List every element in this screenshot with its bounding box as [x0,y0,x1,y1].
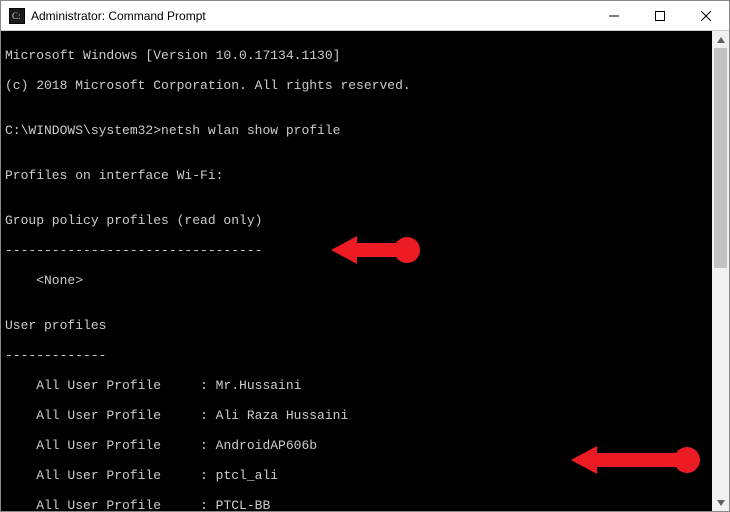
scrollbar-thumb[interactable] [714,48,727,268]
version-line: Microsoft Windows [Version 10.0.17134.11… [5,48,712,63]
terminal-area: Microsoft Windows [Version 10.0.17134.11… [1,31,729,511]
user-profiles-header: User profiles [5,318,712,333]
profile-row: All User Profile : PTCL-BB [5,498,712,511]
scroll-up-button[interactable] [712,31,729,48]
user-dashes-line: ------------- [5,348,712,363]
command-1: netsh wlan show profile [161,123,340,138]
profiles-header: Profiles on interface Wi-Fi: [5,168,712,183]
scroll-down-button[interactable] [712,494,729,511]
terminal-output[interactable]: Microsoft Windows [Version 10.0.17134.11… [1,31,712,511]
svg-text:C:: C: [12,11,21,21]
profile-value: AndroidAP606b [216,438,317,453]
profile-value: ptcl_ali [216,468,278,483]
dashes-line: --------------------------------- [5,243,712,258]
none-line: <None> [5,273,712,288]
scrollbar-track[interactable] [712,48,729,494]
vertical-scrollbar[interactable] [712,31,729,511]
maximize-button[interactable] [637,1,683,30]
profile-row: All User Profile : AndroidAP606b [5,438,712,453]
minimize-button[interactable] [591,1,637,30]
profile-row: All User Profile : ptcl_ali [5,468,712,483]
profile-row: All User Profile : Ali Raza Hussaini [5,408,712,423]
profile-value: Ali Raza Hussaini [216,408,349,423]
prompt-line-1: C:\WINDOWS\system32>netsh wlan show prof… [5,123,712,138]
profile-value: PTCL-BB [216,498,271,511]
profile-value: Mr.Hussaini [216,378,302,393]
close-button[interactable] [683,1,729,30]
profile-row: All User Profile : Mr.Hussaini [5,378,712,393]
cmd-icon: C: [9,8,25,24]
group-policy-header: Group policy profiles (read only) [5,213,712,228]
window-controls [591,1,729,30]
copyright-line: (c) 2018 Microsoft Corporation. All righ… [5,78,712,93]
window-titlebar[interactable]: C: Administrator: Command Prompt [1,1,729,31]
window-title: Administrator: Command Prompt [31,9,591,23]
